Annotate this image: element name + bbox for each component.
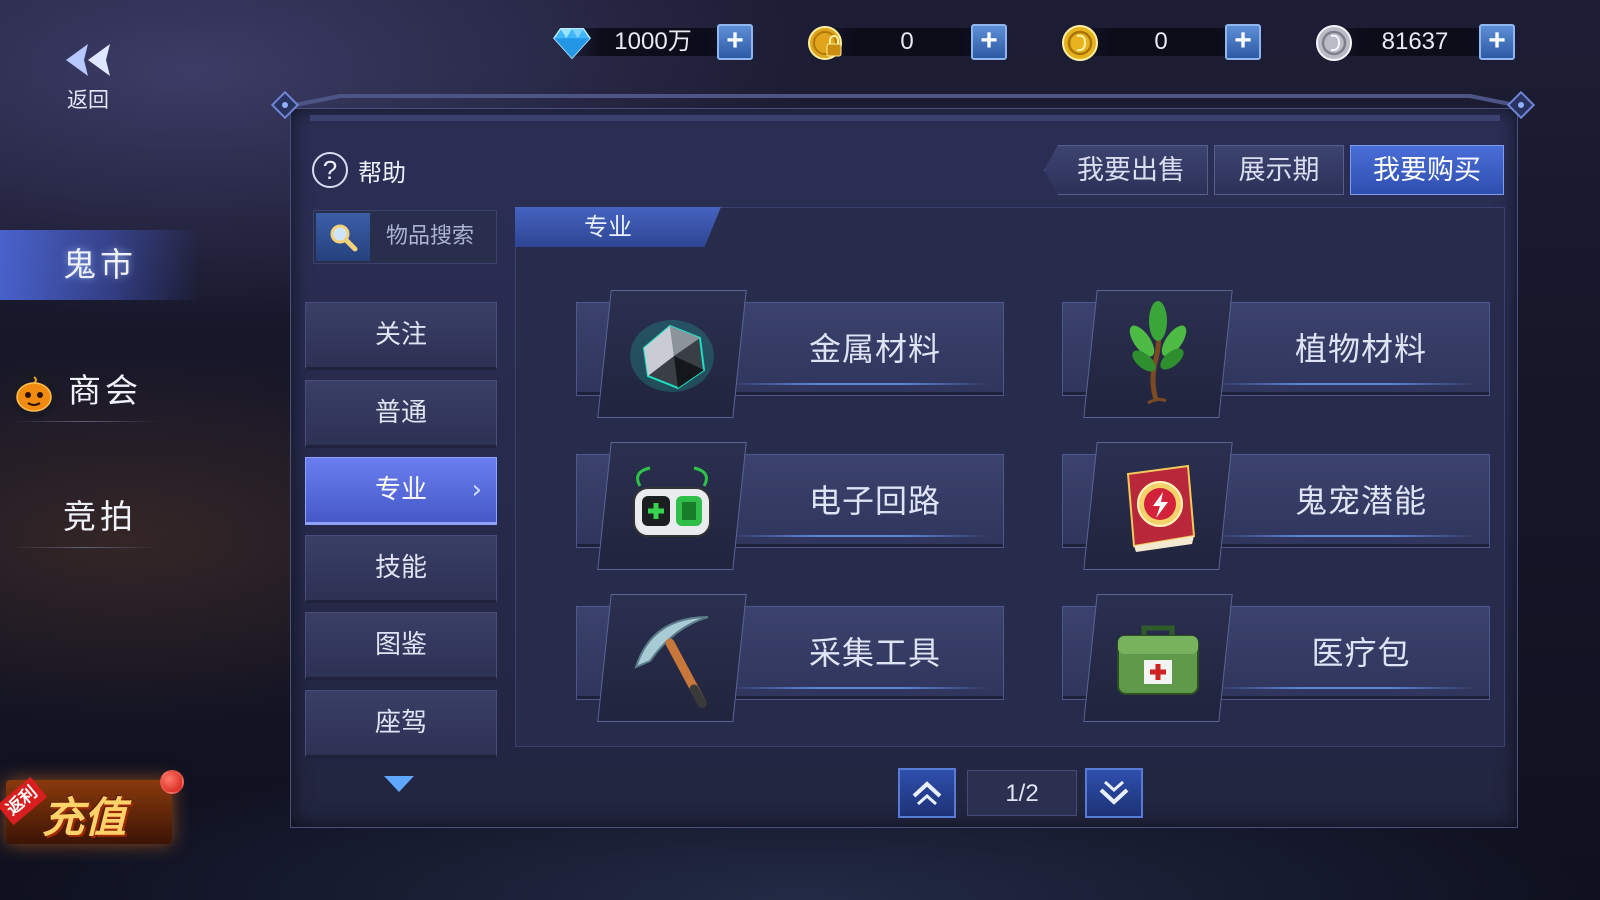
category-professional[interactable]: 专业 › — [305, 457, 497, 525]
diamond-amount: 1000万 — [614, 28, 692, 55]
medkit-icon — [1083, 594, 1233, 722]
category-label: 关注 — [374, 320, 427, 350]
back-label: 返回 — [67, 88, 109, 112]
category-label: 座驾 — [374, 708, 427, 738]
item-card-metal[interactable]: 金属材料 — [576, 290, 1004, 418]
item-card-circuit[interactable]: 电子回路 — [576, 442, 1004, 570]
tab-label: 我要购买 — [1373, 155, 1481, 186]
back-button[interactable]: 返回 — [58, 42, 118, 112]
item-label: 采集工具 — [808, 634, 941, 672]
item-card-tool[interactable]: 采集工具 — [576, 594, 1004, 722]
category-label: 普通 — [374, 398, 427, 428]
add-gold-button[interactable]: + — [1225, 24, 1261, 60]
item-search-input[interactable]: 物品搜索 — [313, 210, 497, 264]
double-chevron-down-icon — [1099, 780, 1129, 805]
trade-tabs: 我要出售 展示期 我要购买 — [1044, 145, 1504, 195]
page-indicator: 1/2 — [967, 770, 1077, 816]
item-label: 医疗包 — [1311, 634, 1411, 672]
item-card-potential[interactable]: 鬼宠潜能 — [1062, 442, 1490, 570]
pumpkin-mascot-icon — [10, 370, 58, 418]
back-arrow-icon — [60, 44, 116, 82]
help-label: 帮助 — [358, 158, 406, 187]
item-card-plant[interactable]: 植物材料 — [1062, 290, 1490, 418]
diamond-icon — [553, 24, 591, 62]
item-card-medkit[interactable]: 医疗包 — [1062, 594, 1490, 722]
currency-gold: 0 + — [1061, 22, 1261, 62]
rail-item-label: 鬼市 — [63, 245, 137, 284]
notification-dot — [160, 770, 184, 794]
locked-coin-icon — [807, 24, 845, 62]
chevron-right-icon: › — [471, 475, 482, 505]
recharge-label: 充值 — [42, 793, 127, 842]
herb-plant-icon — [1083, 290, 1233, 418]
double-chevron-up-icon — [912, 781, 942, 806]
tab-buy[interactable]: 我要购买 — [1350, 145, 1504, 195]
item-label: 鬼宠潜能 — [1294, 482, 1427, 520]
gold-coin-icon — [1061, 24, 1099, 62]
rail-item-ghost-market[interactable]: 鬼市 — [0, 230, 200, 300]
bound-gold-amount: 0 — [900, 28, 914, 55]
page-up-button[interactable] — [898, 768, 956, 818]
category-follow[interactable]: 关注 — [305, 302, 497, 370]
tab-sell[interactable]: 我要出售 — [1044, 145, 1208, 195]
category-label: 图鉴 — [374, 630, 427, 660]
gold-amount: 0 — [1154, 28, 1168, 55]
page-down-button[interactable] — [1085, 768, 1143, 818]
category-mount[interactable]: 座驾 — [305, 690, 497, 758]
search-icon — [316, 213, 370, 261]
item-label: 电子回路 — [808, 482, 941, 520]
potential-book-icon — [1083, 442, 1233, 570]
item-label: 植物材料 — [1294, 330, 1427, 368]
category-normal[interactable]: 普通 — [305, 380, 497, 448]
content-header: 专业 — [515, 207, 721, 247]
add-bound-gold-button[interactable]: + — [971, 24, 1007, 60]
category-label: 专业 — [374, 475, 427, 505]
tab-label: 展示期 — [1238, 155, 1320, 186]
category-skill[interactable]: 技能 — [305, 535, 497, 603]
category-codex[interactable]: 图鉴 — [305, 612, 497, 680]
currency-diamond: 1000万 + — [553, 22, 753, 60]
silver-coin-icon — [1315, 24, 1353, 62]
metal-ore-icon — [597, 290, 747, 418]
currency-bound-gold: 0 + — [807, 22, 1007, 60]
add-silver-button[interactable]: + — [1479, 24, 1515, 60]
circuit-device-icon — [597, 442, 747, 570]
rail-item-label: 商会 — [68, 371, 142, 410]
currency-silver: 81637 + — [1315, 22, 1515, 62]
rail-item-auction[interactable]: 竞拍 — [0, 482, 200, 552]
category-label: 技能 — [374, 553, 427, 583]
add-diamond-button[interactable]: + — [717, 24, 753, 60]
chevron-down-icon[interactable] — [382, 774, 416, 794]
recharge-button[interactable]: 充值 返利 — [0, 770, 184, 846]
help-button[interactable]: ? 帮助 — [312, 150, 406, 190]
search-placeholder: 物品搜索 — [386, 224, 475, 249]
pickaxe-icon — [597, 594, 747, 722]
tab-label: 我要出售 — [1077, 155, 1185, 186]
tab-showcase[interactable]: 展示期 — [1214, 145, 1344, 195]
panel-top-ornament — [270, 90, 1536, 121]
rail-item-label: 竞拍 — [63, 497, 137, 536]
item-label: 金属材料 — [808, 330, 941, 368]
silver-amount: 81637 — [1381, 28, 1449, 55]
help-icon: ? — [312, 152, 348, 188]
